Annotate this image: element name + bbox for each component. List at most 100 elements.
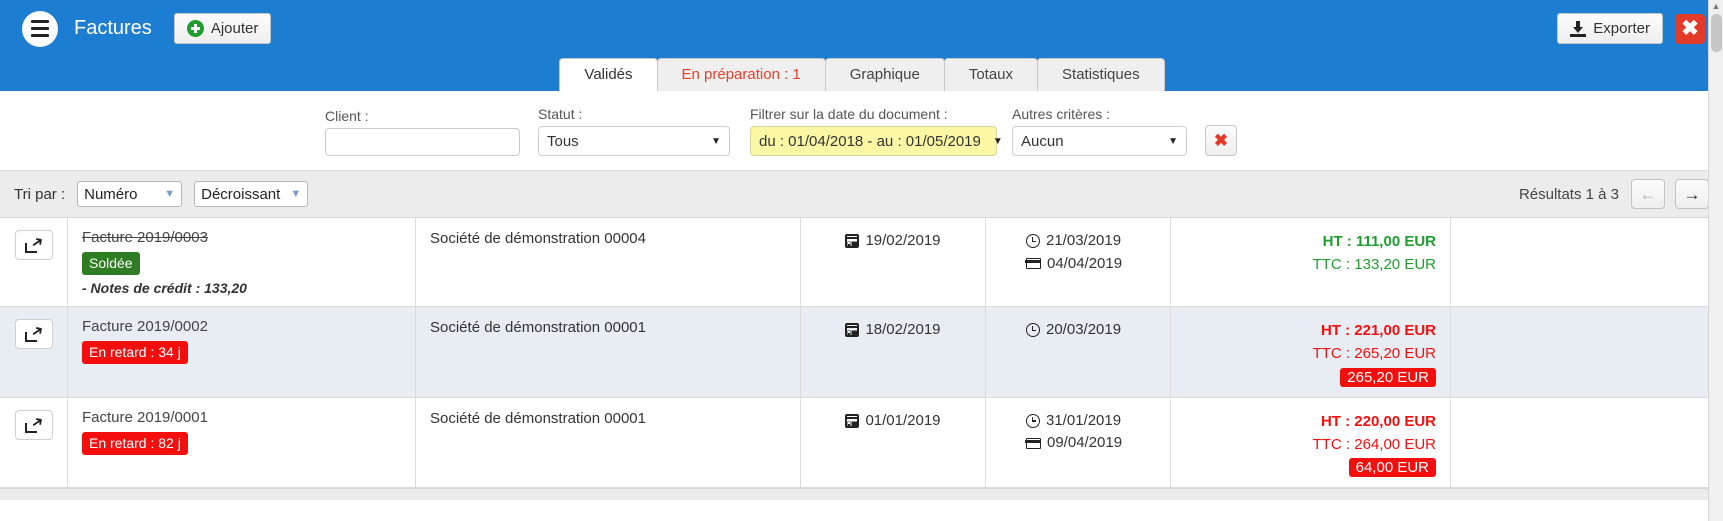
due-date-value: 31/01/2019: [1046, 411, 1122, 429]
hamburger-bar: [31, 34, 49, 37]
outstanding-badge: 265,20 EUR: [1340, 367, 1436, 387]
plus-circle-icon: [186, 20, 204, 37]
sort-field-value: Numéro: [84, 185, 138, 203]
invoice-reference: Facture 2019/0002: [82, 318, 208, 336]
chevron-down-icon: ▼: [290, 188, 302, 200]
hamburger-icon[interactable]: [22, 10, 58, 47]
add-button[interactable]: Ajouter: [173, 13, 272, 44]
row-client-cell: Société de démonstration 00004: [416, 218, 801, 307]
tab-bar: Validés En préparation : 1 Graphique Tot…: [0, 57, 1723, 91]
scroll-up-icon[interactable]: ▲: [1709, 0, 1723, 12]
tab-graphique[interactable]: Graphique: [824, 58, 945, 91]
table-row[interactable]: Facture 2019/0003 Soldée - Notes de créd…: [0, 218, 1723, 308]
row-extra-cell: [1451, 398, 1723, 488]
row-extra-cell: [1451, 307, 1723, 397]
next-page-button[interactable]: →: [1675, 179, 1709, 209]
tab-label: En préparation : 1: [681, 66, 801, 84]
invoice-reference: Facture 2019/0003: [82, 229, 208, 246]
export-button[interactable]: Exporter: [1557, 13, 1663, 44]
filter-client: Client :: [325, 108, 520, 156]
payment-date: 04/04/2019: [1025, 253, 1123, 276]
row-action-cell: [0, 307, 68, 397]
scrollbar-thumb[interactable]: [1711, 14, 1722, 52]
row-amount-cell: HT : 111,00 EUR TTC : 133,20 EUR: [1171, 218, 1451, 307]
row-client-cell: Société de démonstration 00001: [416, 307, 801, 397]
row-duedate-cell: 31/01/2019 09/04/2019: [986, 397, 1171, 488]
payment-date-value: 04/04/2019: [1047, 254, 1123, 272]
statut-select[interactable]: Tous ▼: [538, 126, 730, 156]
clock-icon: [1026, 323, 1040, 338]
sort-order-select[interactable]: Décroissant ▼: [194, 181, 309, 207]
clock-icon: [1026, 234, 1040, 249]
amount-ttc: TTC : 264,00 EUR: [1312, 435, 1436, 453]
tab-totaux[interactable]: Totaux: [943, 58, 1039, 91]
document-date: 01/01/2019: [845, 410, 941, 433]
date-range-value: du : 01/04/2018 - au : 01/05/2019: [759, 132, 981, 150]
open-invoice-button[interactable]: [14, 319, 53, 350]
clock-icon: [1026, 413, 1040, 428]
date-range-select[interactable]: du : 01/04/2018 - au : 01/05/2019 ▼: [750, 126, 1003, 156]
filter-bar: Client : Statut : Tous ▼ Filtrer sur la …: [0, 91, 1723, 171]
app-header: Factures Ajouter Exporter ✖: [0, 0, 1723, 57]
share-arrow-icon: [24, 417, 43, 433]
calendar-icon: [845, 323, 860, 338]
row-reference-cell: Facture 2019/0003 Soldée - Notes de créd…: [68, 218, 416, 307]
autres-select[interactable]: Aucun ▼: [1012, 126, 1187, 156]
chevron-down-icon: ▼: [992, 135, 1003, 147]
prev-page-button[interactable]: ←: [1631, 179, 1665, 209]
document-date: 19/02/2019: [845, 230, 941, 253]
download-icon: [1570, 20, 1587, 37]
row-action-cell: [0, 397, 68, 488]
row-reference-cell: Facture 2019/0001 En retard : 82 j: [68, 397, 416, 488]
calendar-icon: [845, 234, 860, 249]
row-docdate-cell: 01/01/2019: [801, 397, 986, 488]
row-duedate-cell: 20/03/2019: [986, 307, 1171, 397]
results-count: Résultats 1 à 3: [1518, 185, 1619, 203]
document-date-value: 01/01/2019: [865, 411, 941, 429]
date-label: Filtrer sur la date du document :: [750, 106, 948, 122]
tab-valides[interactable]: Validés: [559, 58, 658, 91]
client-input[interactable]: [325, 128, 520, 156]
document-date-value: 18/02/2019: [865, 321, 941, 339]
tab-label: Totaux: [968, 66, 1014, 84]
bottom-strip: [0, 488, 1723, 501]
tab-en-preparation[interactable]: En préparation : 1: [656, 58, 826, 91]
autres-label: Autres critères :: [1012, 106, 1111, 122]
sort-field-select[interactable]: Numéro ▼: [77, 181, 183, 207]
payment-card-icon: [1025, 258, 1041, 270]
row-action-cell: [0, 218, 68, 307]
row-docdate-cell: 19/02/2019: [801, 218, 986, 307]
hamburger-bar: [31, 20, 49, 23]
share-arrow-icon: [24, 326, 43, 343]
close-icon: ✖: [1681, 17, 1699, 40]
row-amount-cell: HT : 221,00 EUR TTC : 265,20 EUR 265,20 …: [1171, 307, 1451, 397]
clear-filters-button[interactable]: ✖: [1205, 125, 1237, 156]
tab-list: Validés En préparation : 1 Graphique Tot…: [559, 58, 1165, 91]
table-row[interactable]: Facture 2019/0002 En retard : 34 j Socié…: [0, 307, 1723, 398]
pagination: Résultats 1 à 3 ← →: [1519, 179, 1709, 209]
document-date-value: 19/02/2019: [865, 232, 941, 249]
sort-label: Tri par :: [14, 185, 66, 203]
amount-ttc: TTC : 133,20 EUR: [1312, 256, 1436, 274]
open-invoice-button[interactable]: [14, 409, 53, 440]
status-badge: En retard : 34 j: [82, 341, 188, 365]
arrow-left-icon: ←: [1639, 184, 1657, 204]
vertical-scrollbar[interactable]: ▲: [1708, 0, 1723, 521]
client-label: Client :: [325, 108, 369, 124]
clear-filters-icon: ✖: [1213, 131, 1229, 150]
close-button[interactable]: ✖: [1675, 13, 1705, 44]
status-badge: En retard : 82 j: [82, 431, 188, 455]
add-button-label: Ajouter: [210, 20, 259, 37]
tab-statistiques[interactable]: Statistiques: [1037, 58, 1165, 91]
calendar-icon: [845, 413, 860, 428]
due-date: 31/01/2019: [1026, 410, 1121, 433]
client-name: Société de démonstration 00001: [430, 409, 646, 427]
open-invoice-button[interactable]: [14, 230, 53, 260]
chevron-down-icon: ▼: [164, 188, 176, 200]
table-row[interactable]: Facture 2019/0001 En retard : 82 j Socié…: [0, 397, 1723, 489]
statut-value: Tous: [547, 132, 579, 150]
due-date-value: 20/03/2019: [1046, 321, 1122, 339]
tab-label: Statistiques: [1062, 66, 1140, 84]
arrow-right-icon: →: [1683, 184, 1701, 204]
tab-label: Graphique: [849, 66, 920, 84]
